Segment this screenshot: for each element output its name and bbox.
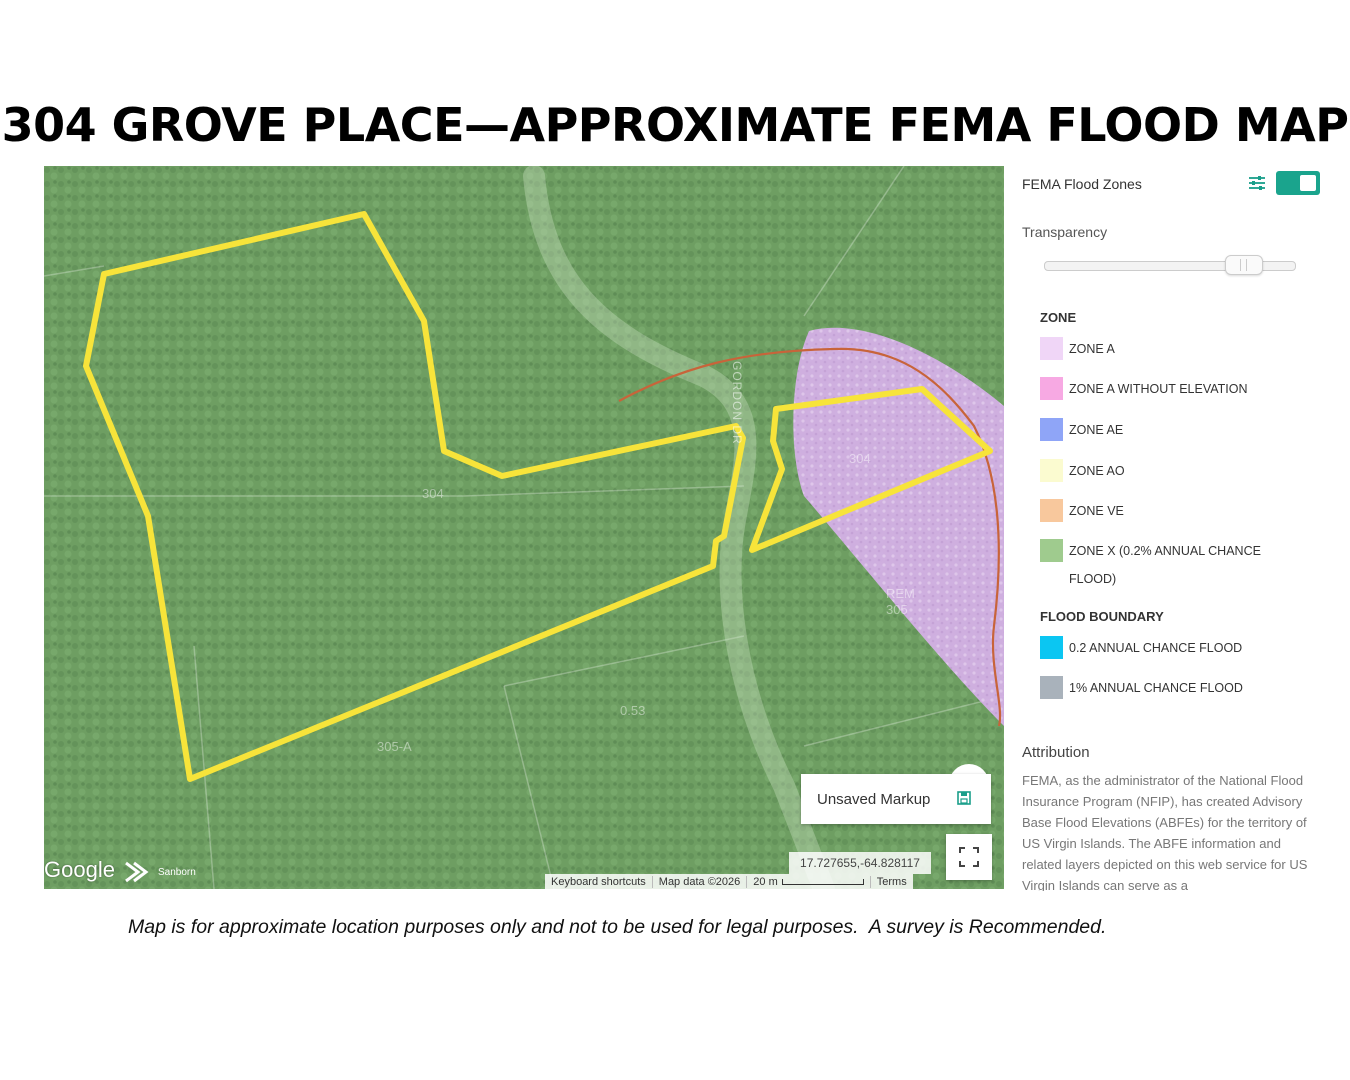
coordinates-readout: 17.727655,-64.828117 — [789, 852, 931, 874]
layer-panel: FEMA Flood Zones Transparency ZONE ZONE … — [1010, 166, 1335, 891]
legend-swatch — [1040, 499, 1063, 522]
map-attribution-bar: Keyboard shortcuts Map data ©2026 20 m T… — [545, 874, 913, 889]
legend-item-zone-ve: ZONE VE — [1040, 499, 1124, 525]
sanborn-logo-icon — [125, 861, 149, 883]
unsaved-markup-label: Unsaved Markup — [817, 790, 931, 808]
legend-swatch — [1040, 539, 1063, 562]
legend-item-zone-x: ZONE X (0.2% ANNUAL CHANCE FLOOD) — [1040, 539, 1270, 593]
legend-item-1-percent-annual-chance: 1% ANNUAL CHANCE FLOOD — [1040, 676, 1243, 702]
legend-swatch — [1040, 337, 1063, 360]
fullscreen-button[interactable] — [946, 834, 992, 880]
legend-label: 0.2 ANNUAL CHANCE FLOOD — [1069, 641, 1243, 655]
legend-label: 1% ANNUAL CHANCE FLOOD — [1069, 681, 1243, 695]
attribution-title: Attribution — [1022, 744, 1090, 761]
google-logo: Google — [44, 857, 115, 882]
transparency-slider-thumb[interactable] — [1225, 255, 1264, 275]
flood-boundary-heading: FLOOD BOUNDARY — [1040, 609, 1164, 624]
legend-label: ZONE VE — [1069, 504, 1124, 518]
parcel-label: 0.53 — [620, 703, 646, 718]
legend-swatch — [1040, 676, 1063, 699]
unsaved-markup-panel[interactable]: Unsaved Markup — [801, 774, 991, 824]
settings-sliders-icon[interactable] — [1248, 175, 1266, 191]
legend-label: ZONE A WITHOUT ELEVATION — [1069, 382, 1248, 396]
parcel-label: 305-A — [377, 739, 412, 754]
legend-label: ZONE AE — [1069, 423, 1124, 437]
legend-label: ZONE A — [1069, 342, 1115, 356]
fullscreen-icon — [959, 847, 979, 867]
legend-label: ZONE AO — [1069, 464, 1125, 478]
sanborn-logo-text: Sanborn — [158, 866, 196, 878]
page-title: 304 GROVE PLACE—APPROXIMATE FEMA FLOOD M… — [1, 98, 1349, 152]
legend-item-zone-a-without-elevation: ZONE A WITHOUT ELEVATION — [1040, 377, 1248, 403]
save-icon[interactable] — [957, 791, 971, 805]
disclaimer-text: Map is for approximate location purposes… — [128, 916, 1107, 938]
legend-swatch — [1040, 459, 1063, 482]
scale-line — [781, 878, 864, 885]
parcel-label: REM 305 — [886, 586, 915, 617]
legend-item-zone-ao: ZONE AO — [1040, 459, 1125, 485]
attribution-text: FEMA, as the administrator of the Nation… — [1022, 773, 1308, 891]
legend-swatch — [1040, 418, 1063, 441]
parcel-label: 304 — [849, 451, 871, 466]
map-data-text: Map data ©2026 — [653, 875, 748, 888]
sanborn-logo: Sanborn — [124, 859, 196, 885]
scale-bar[interactable]: 20 m — [747, 875, 871, 888]
scale-label: 20 m — [753, 875, 778, 888]
layer-toggle[interactable] — [1276, 171, 1320, 195]
legend-item-0-2-annual-chance: 0.2 ANNUAL CHANCE FLOOD — [1040, 636, 1242, 662]
road-label: GORDON DR — [730, 361, 744, 445]
transparency-label: Transparency — [1022, 224, 1108, 240]
layer-title: FEMA Flood Zones — [1022, 176, 1142, 192]
legend-label: ZONE X (0.2% ANNUAL CHANCE FLOOD) — [1069, 544, 1261, 586]
zone-heading: ZONE — [1040, 310, 1077, 325]
terms-link[interactable]: Terms — [871, 876, 913, 888]
keyboard-shortcuts-link[interactable]: Keyboard shortcuts — [545, 875, 653, 888]
legend-item-zone-ae: ZONE AE — [1040, 418, 1123, 444]
legend-swatch — [1040, 636, 1063, 659]
flood-map[interactable]: 304 304 REM 305 0.53 305-A GORDON DR Goo… — [44, 166, 1004, 889]
legend-swatch — [1040, 377, 1063, 400]
legend-item-zone-a: ZONE A — [1040, 337, 1115, 363]
parcel-label: 304 — [422, 486, 444, 501]
